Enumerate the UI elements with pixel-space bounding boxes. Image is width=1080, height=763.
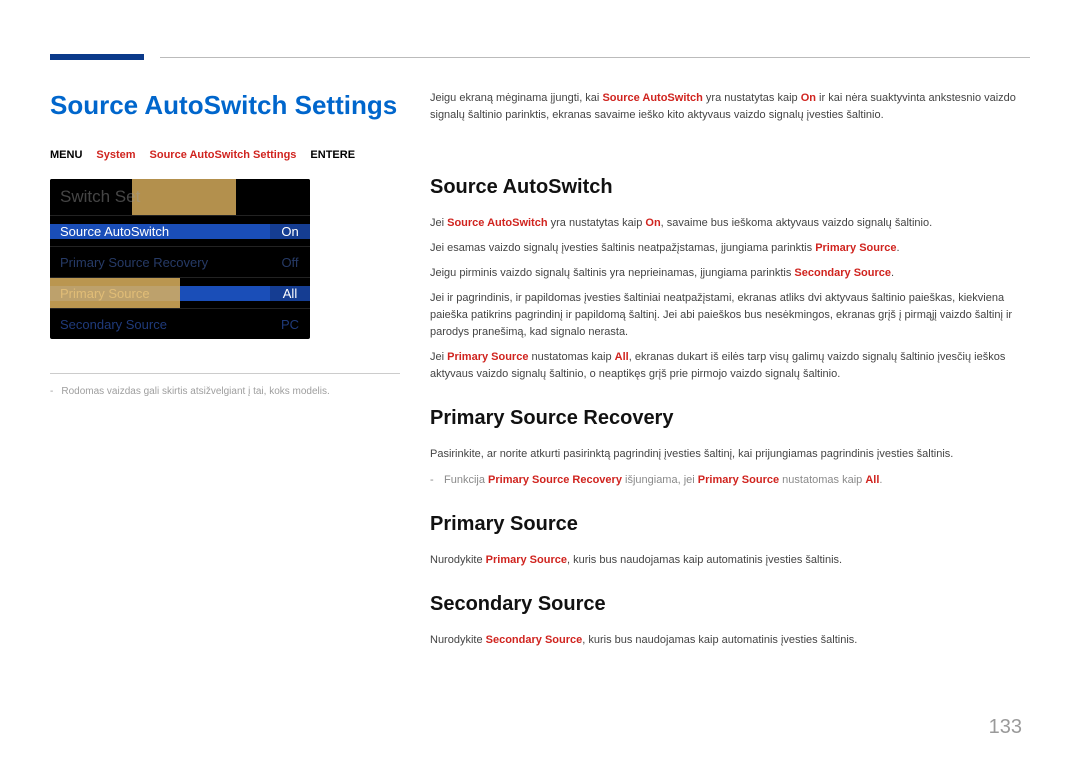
breadcrumb-menu: MENU (50, 149, 82, 161)
row-value: All (270, 286, 310, 301)
row-label: Source AutoSwitch (50, 224, 270, 239)
panel-header-text: Switch Set (60, 187, 140, 206)
footnote-rule (50, 373, 400, 374)
settings-panel: Switch Set Source AutoSwitch On Primary … (50, 179, 310, 339)
sec3-p: Nurodykite Primary Source, kuris bus nau… (430, 552, 1030, 569)
panel-row-source-autoswitch[interactable]: Source AutoSwitch On (50, 215, 310, 246)
row-value: Off (270, 255, 310, 270)
row-value: On (270, 224, 310, 239)
panel-header: Switch Set (50, 179, 310, 215)
heading-primary-recovery: Primary Source Recovery (430, 403, 1030, 434)
header-rule (160, 57, 1030, 58)
footnote: Rodomas vaizdas gali skirtis atsižvelgia… (50, 386, 400, 397)
left-column: Source AutoSwitch Settings MENU System S… (50, 90, 430, 657)
sec1-p1: Jei Source AutoSwitch yra nustatytas kai… (430, 215, 1030, 232)
page-number: 133 (989, 716, 1022, 739)
row-highlight-overlay (50, 278, 180, 308)
breadcrumb-setting: Source AutoSwitch Settings (150, 149, 297, 161)
sec1-p2: Jei esamas vaizdo signalų įvesties šalti… (430, 240, 1030, 257)
panel-header-overlay (132, 179, 236, 215)
heading-secondary-source: Secondary Source (430, 589, 1030, 620)
row-value: PC (270, 317, 310, 332)
panel-row-secondary-source[interactable]: Secondary Source PC (50, 308, 310, 339)
row-label: Primary Source Recovery (50, 255, 270, 270)
row-label: Secondary Source (50, 317, 270, 332)
header-accent-bar (50, 54, 144, 60)
breadcrumb: MENU System Source AutoSwitch Settings E… (50, 149, 400, 161)
sec1-p3: Jeigu pirminis vaizdo signalų šaltinis y… (430, 265, 1030, 282)
page-title: Source AutoSwitch Settings (50, 90, 400, 121)
page-content: Source AutoSwitch Settings MENU System S… (50, 40, 1030, 657)
right-column: Jeigu ekraną mėginama įjungti, kai Sourc… (430, 90, 1030, 657)
sec4-p: Nurodykite Secondary Source, kuris bus n… (430, 632, 1030, 649)
sec2-p1: Pasirinkite, ar norite atkurti pasirinkt… (430, 446, 1030, 463)
panel-row-primary-recovery[interactable]: Primary Source Recovery Off (50, 246, 310, 277)
sec1-p5: Jei Primary Source nustatomas kaip All, … (430, 349, 1030, 383)
breadcrumb-enter: ENTERE (310, 149, 355, 161)
breadcrumb-system: System (96, 149, 135, 161)
sec1-p4: Jei ir pagrindinis, ir papildomas įvesti… (430, 290, 1030, 341)
intro-paragraph: Jeigu ekraną mėginama įjungti, kai Sourc… (430, 90, 1030, 124)
heading-primary-source: Primary Source (430, 509, 1030, 540)
sec2-note: Funkcija Primary Source Recovery išjungi… (430, 472, 1030, 489)
heading-source-autoswitch: Source AutoSwitch (430, 172, 1030, 203)
panel-row-primary-source[interactable]: Primary Source All (50, 277, 310, 308)
